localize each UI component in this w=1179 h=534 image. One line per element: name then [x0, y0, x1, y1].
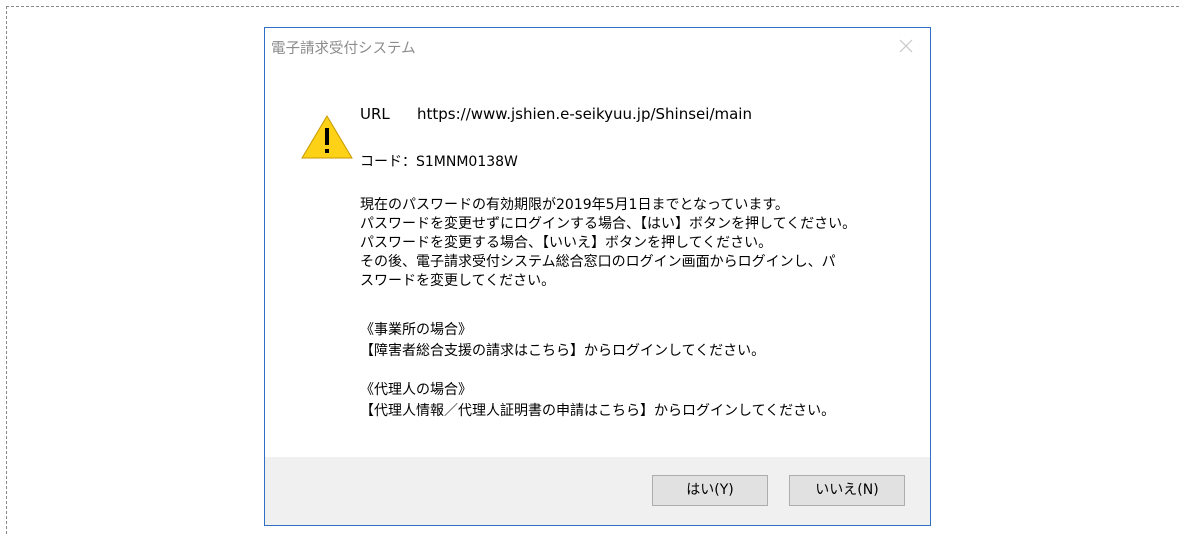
selection-border-top: [6, 6, 1179, 7]
office-heading: 《事業所の場合》: [360, 322, 472, 338]
message-line: パスワードを変更する場合、【いいえ】ボタンを押してください。: [360, 235, 773, 251]
dialog-titlebar[interactable]: 電子請求受付システム: [265, 28, 930, 65]
url-label: URL: [360, 105, 390, 123]
warning-dialog: 電子請求受付システム URL https://www.jshien.e-seiky…: [264, 27, 931, 526]
agent-heading: 《代理人の場合》: [360, 382, 472, 398]
message-line: 現在のパスワードの有効期限が2019年5月1日までとなっています。: [360, 197, 789, 213]
selection-border-left: [6, 6, 7, 534]
dialog-title: 電子請求受付システム: [271, 41, 416, 57]
warning-icon: [301, 115, 353, 159]
url-line: URL https://www.jshien.e-seikyuu.jp/Shins…: [360, 105, 752, 123]
dialog-footer: はい(Y) いいえ(N): [265, 457, 930, 525]
message-text: 現在のパスワードの有効期限が2019年5月1日までとなっています。 パスワードを…: [360, 196, 856, 291]
agent-text: 【代理人情報／代理人証明書の申請はこちら】からログインしてください。: [360, 403, 836, 419]
message-line: その後、電子請求受付システム総合窓口のログイン画面からログインし、パ: [360, 254, 836, 270]
no-button[interactable]: いいえ(N): [789, 475, 905, 506]
url-value: https://www.jshien.e-seikyuu.jp/Shinsei/…: [417, 105, 752, 123]
screen: 電子請求受付システム URL https://www.jshien.e-seiky…: [0, 0, 1179, 534]
error-code: コード：S1MNM0138W: [360, 154, 518, 170]
office-text: 【障害者総合支援の請求はこちら】からログインしてください。: [360, 343, 766, 359]
agent-section: 《代理人の場合》 【代理人情報／代理人証明書の申請はこちら】からログインしてくだ…: [360, 380, 835, 422]
yes-button[interactable]: はい(Y): [652, 475, 768, 506]
message-line: スワードを変更してください。: [360, 273, 556, 289]
close-icon[interactable]: [896, 36, 916, 56]
office-section: 《事業所の場合》 【障害者総合支援の請求はこちら】からログインしてください。: [360, 320, 765, 362]
message-line: パスワードを変更せずにログインする場合、【はい】ボタンを押してください。: [360, 216, 857, 232]
